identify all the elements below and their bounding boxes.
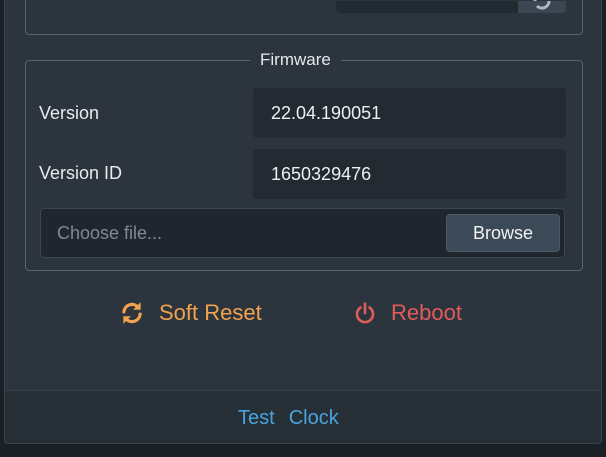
browse-button[interactable]: Browse	[446, 214, 560, 252]
refresh-icon	[533, 0, 551, 10]
soft-reset-button[interactable]: Soft Reset	[119, 298, 262, 328]
footer: Test Clock	[4, 390, 602, 444]
footer-link-clock[interactable]: Clock	[289, 406, 339, 430]
firmware-legend: Firmware	[250, 48, 341, 72]
footer-links: Test Clock	[238, 406, 339, 430]
firmware-file-input[interactable]: Choose file... Browse	[40, 208, 565, 258]
firmware-fieldset: Firmware Version 22.04.190051 Version ID…	[25, 48, 583, 271]
previous-input[interactable]	[336, 1, 518, 13]
previous-action-button[interactable]	[518, 0, 566, 13]
version-label: Version	[39, 103, 100, 123]
power-icon	[355, 302, 375, 324]
previous-fieldset	[25, 0, 583, 35]
refresh-icon	[122, 302, 142, 324]
version-id-value: 1650329476	[253, 149, 566, 199]
reboot-button[interactable]: Reboot	[353, 298, 462, 328]
version-value: 22.04.190051	[253, 88, 566, 138]
footer-link-test[interactable]: Test	[238, 406, 275, 430]
soft-reset-label: Soft Reset	[159, 300, 262, 325]
file-placeholder: Choose file...	[57, 223, 163, 243]
reboot-label: Reboot	[391, 300, 462, 325]
version-id-label: Version ID	[39, 163, 123, 183]
settings-panel: Firmware Version 22.04.190051 Version ID…	[4, 0, 602, 390]
